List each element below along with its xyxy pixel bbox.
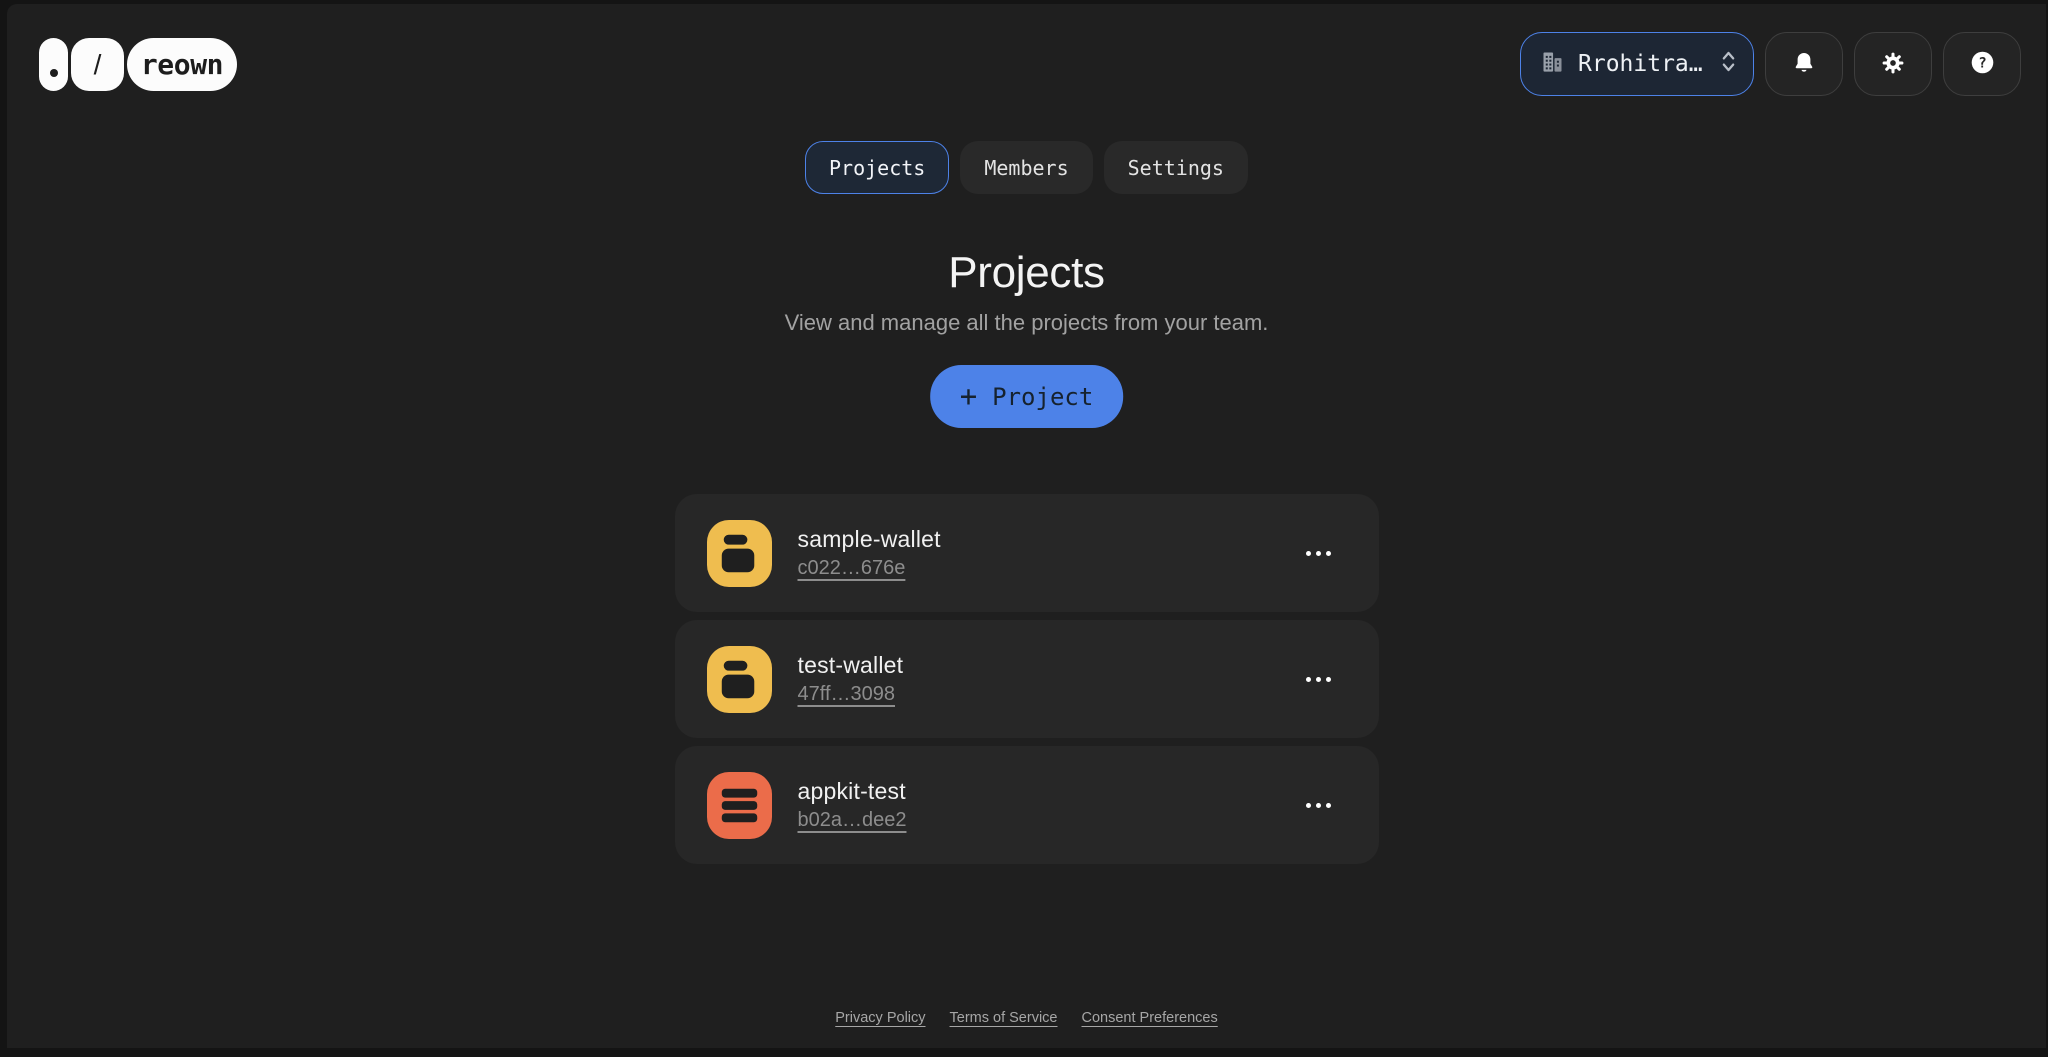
wallet-icon — [707, 646, 772, 713]
page-title: Projects — [7, 248, 2046, 298]
page-subtitle: View and manage all the projects from yo… — [7, 310, 2046, 336]
project-name: test-wallet — [798, 652, 904, 679]
tab-projects[interactable]: Projects — [805, 141, 949, 194]
settings-button[interactable] — [1854, 32, 1932, 96]
footer: Privacy Policy Terms of Service Consent … — [7, 1010, 2046, 1026]
gear-icon — [1880, 50, 1906, 79]
project-menu-button[interactable] — [1298, 795, 1339, 816]
window-frame: / reown — [0, 0, 2048, 1057]
ellipsis-icon — [1306, 803, 1311, 808]
svg-text:?: ? — [1978, 55, 1986, 71]
stack-icon — [707, 772, 772, 839]
project-name: sample-wallet — [798, 526, 941, 553]
project-menu-button[interactable] — [1298, 543, 1339, 564]
notifications-button[interactable] — [1765, 32, 1843, 96]
privacy-policy-link[interactable]: Privacy Policy — [835, 1010, 925, 1026]
org-selector[interactable]: Rrohitra… — [1520, 32, 1754, 96]
project-name: appkit-test — [798, 778, 907, 805]
header-controls: Rrohitra… — [1520, 32, 2021, 96]
new-project-button[interactable]: + Project — [930, 365, 1124, 428]
project-id-link[interactable]: c022…676e — [798, 557, 906, 580]
chevron-updown-icon — [1718, 48, 1739, 80]
tab-members[interactable]: Members — [960, 141, 1092, 194]
project-id-link[interactable]: b02a…dee2 — [798, 809, 907, 832]
project-list: sample-wallet c022…676e — [675, 494, 1379, 864]
project-menu-button[interactable] — [1298, 669, 1339, 690]
team-tabs: Projects Members Settings — [7, 141, 2046, 194]
dot-icon — [50, 69, 58, 77]
logo[interactable]: / reown — [39, 38, 237, 91]
plus-icon: + — [960, 379, 977, 413]
help-button[interactable]: ? — [1943, 32, 2021, 96]
project-id-link[interactable]: 47ff…3098 — [798, 683, 896, 706]
logo-brand-badge: reown — [127, 38, 237, 91]
wallet-icon — [707, 520, 772, 587]
app-background: / reown — [7, 4, 2046, 1048]
ellipsis-icon — [1306, 551, 1311, 556]
new-project-label: Project — [992, 383, 1093, 411]
building-icon — [1539, 48, 1566, 80]
help-icon: ? — [1969, 49, 1996, 79]
org-name: Rrohitra… — [1578, 51, 1706, 77]
bell-icon — [1791, 50, 1817, 79]
terms-of-service-link[interactable]: Terms of Service — [950, 1010, 1058, 1026]
project-card[interactable]: test-wallet 47ff…3098 — [675, 620, 1379, 738]
logo-slash-badge: / — [71, 38, 124, 91]
project-card[interactable]: appkit-test b02a…dee2 — [675, 746, 1379, 864]
project-card[interactable]: sample-wallet c022…676e — [675, 494, 1379, 612]
ellipsis-icon — [1306, 677, 1311, 682]
consent-preferences-link[interactable]: Consent Preferences — [1082, 1010, 1218, 1026]
tab-settings[interactable]: Settings — [1104, 141, 1248, 194]
logo-dot-badge — [39, 38, 68, 91]
